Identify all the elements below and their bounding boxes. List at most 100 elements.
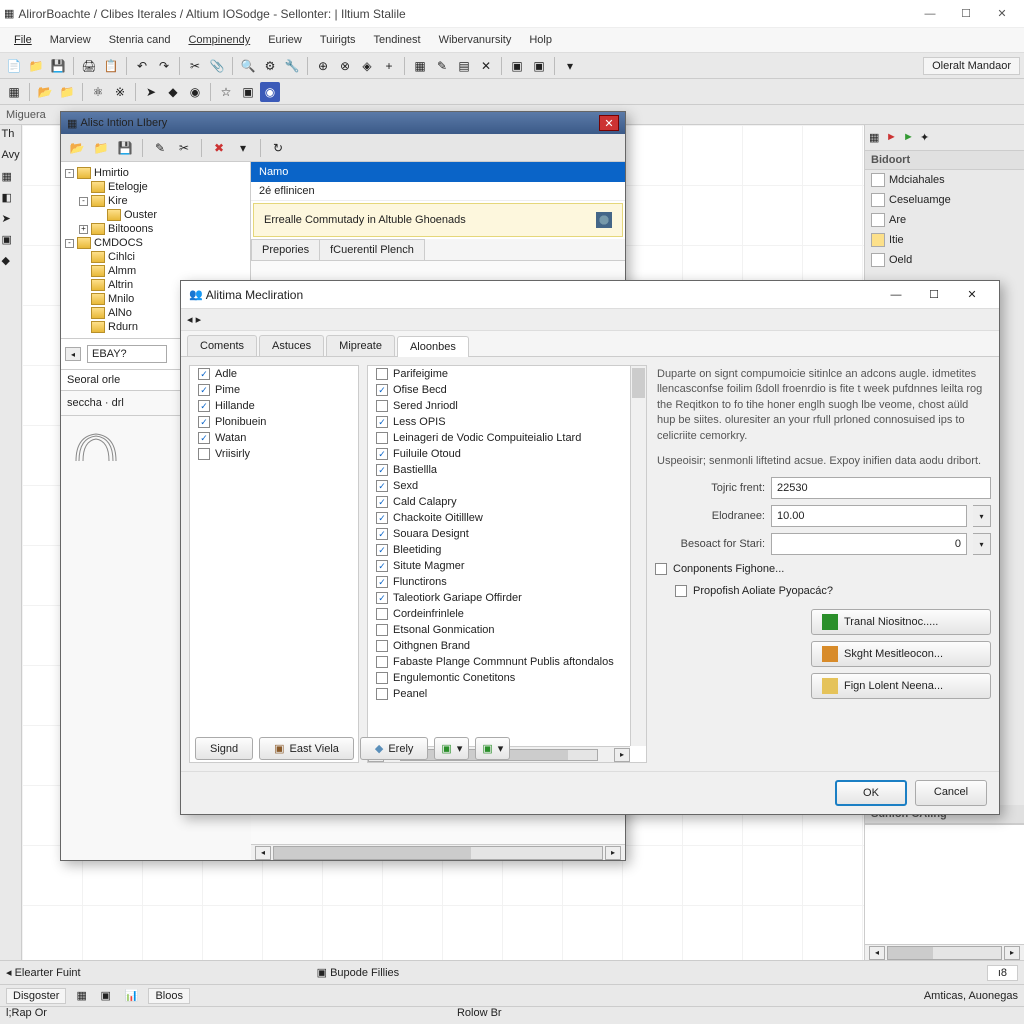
checklist-item[interactable]: ✓Taleotiork Gariape Offirder: [368, 590, 630, 606]
main-close-button[interactable]: ✕: [984, 2, 1020, 26]
elodrane-dropdown[interactable]: ▾: [973, 505, 991, 527]
checklist-item[interactable]: ✓Bastiellla: [368, 462, 630, 478]
tree-item[interactable]: Cihlci: [61, 250, 250, 264]
scroll-left[interactable]: ◂: [255, 846, 271, 860]
lib-tb-icon[interactable]: 📁: [91, 138, 111, 158]
pref-tab-mipreate[interactable]: Mipreate: [326, 335, 395, 356]
tb-icon[interactable]: 📂: [35, 82, 55, 102]
tb-icon[interactable]: ⊗: [335, 56, 355, 76]
tb-icon[interactable]: +: [379, 56, 399, 76]
propofish-checkbox[interactable]: [675, 585, 687, 597]
action-skght[interactable]: Skght Mesitleocon...: [811, 641, 991, 667]
gear-icon[interactable]: [596, 212, 612, 228]
rp-item[interactable]: Ceseluamge: [865, 190, 1024, 210]
tb-icon[interactable]: ⚙: [260, 56, 280, 76]
bottom-tab-left[interactable]: ◂ Elearter Fuint: [6, 966, 81, 979]
tb-icon[interactable]: ◈: [357, 56, 377, 76]
pref-tab-coments[interactable]: Coments: [187, 335, 257, 356]
tb-icon[interactable]: 🔍: [238, 56, 258, 76]
strip-icon[interactable]: ▣: [2, 233, 20, 251]
checklist-item[interactable]: ✓Sexd: [368, 478, 630, 494]
menu-marview[interactable]: Marview: [42, 31, 99, 49]
lib-tb-icon[interactable]: ✎: [150, 138, 170, 158]
rp-item[interactable]: Mdciahales: [865, 170, 1024, 190]
menu-euriew[interactable]: Euriew: [260, 31, 310, 49]
pref-left-list[interactable]: ✓Adle✓Pime✓Hillande✓Plonibuein✓WatanVrii…: [189, 365, 359, 763]
lib-tb-icon[interactable]: ▾: [233, 138, 253, 158]
strip-icon[interactable]: Th: [2, 128, 20, 146]
tree-item[interactable]: Ouster: [61, 208, 250, 222]
checklist-item[interactable]: ✓Pime: [190, 382, 358, 398]
panel-icon[interactable]: ►: [903, 131, 917, 145]
checklist-item[interactable]: Engulemontic Conetitons: [368, 670, 630, 686]
tb-icon[interactable]: ➤: [141, 82, 161, 102]
tb-icon[interactable]: 📁: [26, 56, 46, 76]
pref-tab-aloonbes[interactable]: Aloonbes: [397, 336, 469, 357]
rp-item[interactable]: Itie: [865, 230, 1024, 250]
checklist-item[interactable]: Oithgnen Brand: [368, 638, 630, 654]
menu-tuirigts[interactable]: Tuirigts: [312, 31, 364, 49]
tojric-input[interactable]: [771, 477, 991, 499]
strip-icon[interactable]: ▦: [2, 170, 20, 188]
action-fign[interactable]: Fign Lolent Neena...: [811, 673, 991, 699]
footer-small-1[interactable]: ▣▾: [434, 737, 469, 760]
tb-icon[interactable]: ▦: [4, 82, 24, 102]
name-row[interactable]: 2é eflinicen: [251, 182, 625, 201]
scroll-left[interactable]: ◂: [869, 946, 885, 960]
checklist-item[interactable]: ✓Bleetiding: [368, 542, 630, 558]
lib-tb-icon[interactable]: 📂: [67, 138, 87, 158]
cancel-button[interactable]: Cancel: [915, 780, 987, 806]
tb-icon[interactable]: ▣: [238, 82, 258, 102]
checklist-item[interactable]: Cordeinfrinlele: [368, 606, 630, 622]
checklist-item[interactable]: Peanel: [368, 686, 630, 702]
tb-icon[interactable]: 📋: [101, 56, 121, 76]
checklist-item[interactable]: Leinageri de Vodic Compuiteialio Ltard: [368, 430, 630, 446]
elodrane-input[interactable]: [771, 505, 967, 527]
pref-maximize-button[interactable]: ☐: [915, 283, 953, 307]
tb-icon[interactable]: ↶: [132, 56, 152, 76]
library-close-button[interactable]: ✕: [599, 115, 619, 131]
strip-icon[interactable]: ◧: [2, 191, 20, 209]
checklist-item[interactable]: ✓Hillande: [190, 398, 358, 414]
checklist-item[interactable]: Sered Jnriodl: [368, 398, 630, 414]
checklist-item[interactable]: ✓Fuiluile Otoud: [368, 446, 630, 462]
tb-icon[interactable]: ▣: [529, 56, 549, 76]
strip-icon[interactable]: Avy: [2, 149, 20, 167]
menu-wiberv[interactable]: Wibervanursity: [431, 31, 520, 49]
lib-tb-icon[interactable]: ↻: [268, 138, 288, 158]
library-hscroll[interactable]: ◂ ▸: [251, 844, 625, 860]
checklist-item[interactable]: Fabaste Plange Commnunt Publis aftondalo…: [368, 654, 630, 670]
menu-file[interactable]: File: [6, 31, 40, 49]
tb-icon[interactable]: ◉: [185, 82, 205, 102]
tree-item[interactable]: -Hmirtio: [61, 166, 250, 180]
strip-icon[interactable]: ◆: [2, 254, 20, 272]
library-titlebar[interactable]: ▦ Alisc Intion LIbery ✕: [61, 112, 625, 134]
footer-signd[interactable]: Signd: [195, 737, 253, 760]
tb-icon[interactable]: ⊕: [313, 56, 333, 76]
strip-icon[interactable]: ➤: [2, 212, 20, 230]
tb-icon[interactable]: 📁: [57, 82, 77, 102]
pref-close-button[interactable]: ✕: [953, 283, 991, 307]
footer-east-viela[interactable]: ▣East Viela: [259, 737, 354, 760]
pref-mid-list[interactable]: Parifeigime✓Ofise BecdSered Jnriodl✓Less…: [367, 365, 647, 763]
tb-icon[interactable]: ◆: [163, 82, 183, 102]
checklist-item[interactable]: ✓Ofise Becd: [368, 382, 630, 398]
tb-icon[interactable]: ↷: [154, 56, 174, 76]
main-minimize-button[interactable]: —: [912, 2, 948, 26]
rp-item[interactable]: Are: [865, 210, 1024, 230]
tb-icon[interactable]: ▾: [560, 56, 580, 76]
lib-tb-icon[interactable]: 💾: [115, 138, 135, 158]
besoact-dropdown[interactable]: ▾: [973, 533, 991, 555]
tb-icon[interactable]: ✎: [432, 56, 452, 76]
menu-stenria[interactable]: Stenria cand: [101, 31, 179, 49]
tb-icon[interactable]: ▦: [410, 56, 430, 76]
tb-icon[interactable]: ⚛: [88, 82, 108, 102]
besoact-input[interactable]: [771, 533, 967, 555]
scroll-right[interactable]: ▸: [605, 846, 621, 860]
footer-erely[interactable]: ◆Erely: [360, 737, 429, 760]
pref-titlebar[interactable]: 👥 Alitima Mecliration — ☐ ✕: [181, 281, 999, 309]
tb-icon[interactable]: ▤: [454, 56, 474, 76]
tb-icon[interactable]: ☆: [216, 82, 236, 102]
menu-help[interactable]: Holp: [521, 31, 560, 49]
components-checkbox[interactable]: [655, 563, 667, 575]
